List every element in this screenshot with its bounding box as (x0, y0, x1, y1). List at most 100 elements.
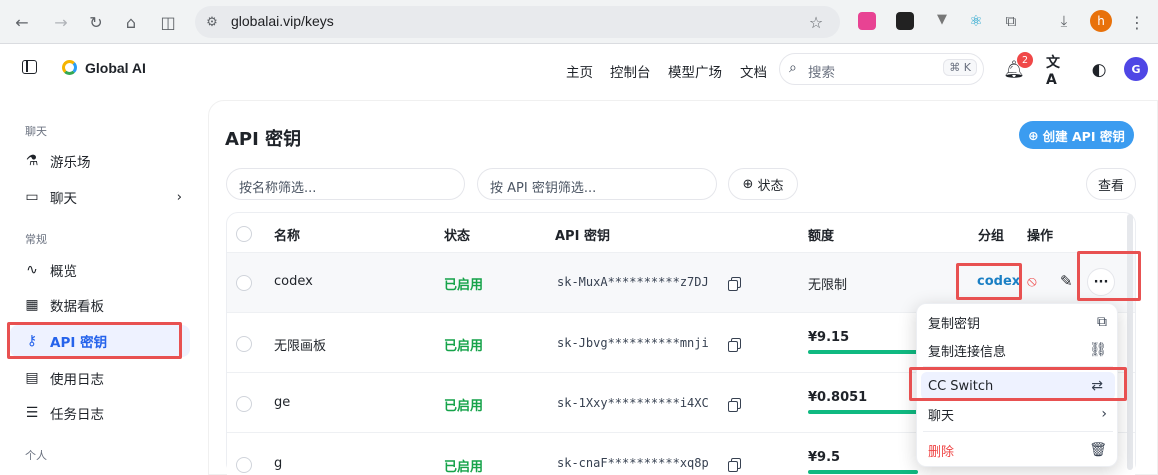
key-filter-input[interactable]: 按 API 密钥筛选... (477, 168, 717, 200)
sidebar-item-api-keys[interactable]: ⚷ API 密钥 (10, 325, 190, 357)
copy-icon: ⧉ (1097, 314, 1107, 330)
sidebar-toggle-icon[interactable] (22, 60, 37, 74)
nav-console[interactable]: 控制台 (610, 61, 651, 81)
group-link[interactable]: codex (977, 274, 1020, 289)
plus-circle-icon: ⊕ (1028, 127, 1039, 143)
status-filter-button[interactable]: ⊕ 状态 (728, 168, 798, 200)
quota-progress-bar (808, 470, 918, 474)
copy-icon[interactable] (728, 458, 741, 472)
url-text: globalai.vip/keys (231, 13, 334, 29)
row-actions-menu: 复制密钥 ⧉ 复制连接信息 ⛓ CC Switch ⇄ 聊天 › 删除 🗑︎ (916, 303, 1118, 467)
column-header-key[interactable]: API 密钥 (555, 225, 610, 244)
back-icon[interactable]: ← (11, 11, 33, 33)
bookmark-star-icon[interactable]: ☆ (805, 11, 827, 33)
menu-item-label: 复制连接信息 (928, 344, 1007, 360)
search-input[interactable]: ⌕ 搜索 ⌘ K (779, 53, 984, 85)
menu-item-copy-connection[interactable]: 复制连接信息 ⛓ (917, 336, 1119, 364)
copy-icon[interactable] (728, 338, 741, 352)
download-icon[interactable]: ⤓ (1055, 12, 1073, 30)
activity-icon: ∿ (26, 262, 38, 278)
sidebar-item-label: 游乐场 (50, 155, 91, 171)
avatar[interactable]: G (1124, 57, 1148, 81)
key-icon: ⚷ (26, 333, 38, 349)
row-checkbox[interactable] (236, 336, 252, 352)
vue-devtools-icon[interactable]: ▼ (933, 12, 951, 30)
quota-progress-bar (808, 350, 918, 354)
name-filter-input[interactable]: 按名称筛选... (226, 168, 465, 200)
sidebar-item-label: API 密钥 (50, 335, 108, 351)
nav-docs[interactable]: 文档 (740, 61, 767, 81)
disable-icon[interactable]: ⦸ (1027, 272, 1037, 290)
trash-icon: 🗑︎ (1089, 442, 1107, 458)
site-info-icon[interactable]: ⚙ (201, 11, 223, 33)
menu-item-label: 聊天 (928, 408, 955, 424)
select-all-checkbox[interactable] (236, 226, 252, 242)
sidebar-item-overview[interactable]: ∿ 概览 (10, 254, 190, 286)
column-header-status[interactable]: 状态 (444, 225, 470, 244)
sidebar-item-task-log[interactable]: ☰ 任务日志 (10, 397, 190, 429)
status-badge: 已启用 (444, 278, 484, 293)
nav-model-square[interactable]: 模型广场 (668, 61, 722, 81)
brand-name[interactable]: Global AI (85, 60, 146, 76)
address-bar[interactable]: ⚙ globalai.vip/keys ☆ (195, 6, 840, 38)
copy-icon[interactable] (728, 398, 741, 412)
sidepanel-icon[interactable]: ◫ (157, 11, 179, 33)
chevron-right-icon: › (1101, 406, 1107, 422)
column-header-group[interactable]: 分组 (978, 225, 1004, 244)
sidebar-section-personal: 个人 (25, 449, 47, 462)
language-icon[interactable]: 文A (1046, 55, 1068, 88)
copy-icon[interactable] (728, 277, 741, 291)
status-badge: 已启用 (444, 460, 484, 475)
sidebar-item-playground[interactable]: ⚗ 游乐场 (10, 145, 190, 177)
app-header: Global AI 主页 控制台 模型广场 文档 ⌕ 搜索 ⌘ K 🔔︎ 文A … (0, 45, 1158, 95)
reload-icon[interactable]: ↻ (85, 11, 107, 33)
sidebar-item-dashboard[interactable]: ▦ 数据看板 (10, 289, 190, 321)
link-icon: ⛓ (1089, 342, 1107, 358)
chat-icon: ▭ (25, 189, 39, 205)
sidebar-item-chat[interactable]: ▭ 聊天 › (10, 181, 190, 213)
create-api-key-label: 创建 API 密钥 (1042, 128, 1125, 144)
profile-avatar[interactable]: h (1090, 10, 1112, 32)
react-devtools-icon[interactable]: ⚛ (967, 12, 985, 30)
edit-icon[interactable]: ✎ (1060, 272, 1073, 290)
row-checkbox[interactable] (236, 275, 252, 291)
nav-home[interactable]: 主页 (566, 61, 593, 81)
translate-extension-icon[interactable] (858, 12, 876, 30)
column-header-quota[interactable]: 额度 (808, 225, 834, 244)
more-actions-button[interactable]: ··· (1087, 268, 1115, 296)
dashboard-icon: ▦ (25, 297, 39, 313)
menu-item-chat[interactable]: 聊天 › (917, 400, 1119, 428)
search-icon: ⌕ (789, 60, 797, 76)
view-button[interactable]: 查看 (1086, 168, 1136, 200)
menu-item-label: CC Switch (928, 378, 994, 394)
search-shortcut: ⌘ K (943, 59, 977, 76)
create-api-key-button[interactable]: ⊕ 创建 API 密钥 (1019, 121, 1134, 149)
menu-item-copy-key[interactable]: 复制密钥 ⧉ (917, 308, 1119, 336)
home-icon[interactable]: ⌂ (120, 11, 142, 33)
table-scrollbar[interactable] (1127, 214, 1133, 470)
row-checkbox[interactable] (236, 396, 252, 412)
status-badge: 已启用 (444, 399, 484, 414)
column-header-name[interactable]: 名称 (274, 225, 300, 244)
menu-divider (923, 431, 1113, 432)
forward-icon[interactable]: → (50, 11, 72, 33)
column-header-actions: 操作 (1027, 229, 1054, 244)
menu-item-label: 删除 (928, 444, 955, 460)
row-checkbox[interactable] (236, 457, 252, 473)
key-filter-placeholder: 按 API 密钥筛选... (490, 181, 597, 196)
search-placeholder: 搜索 (808, 65, 835, 81)
row-name: 无限画板 (274, 339, 327, 354)
sidebar-item-usage-log[interactable]: ▤ 使用日志 (10, 362, 190, 394)
menu-item-cc-switch[interactable]: CC Switch ⇄ (921, 372, 1115, 400)
extension-icon[interactable] (896, 12, 914, 30)
browser-toolbar: ← → ↻ ⌂ ◫ ⚙ globalai.vip/keys ☆ ▼ ⚛ ⧉ ⤓ … (0, 0, 1158, 44)
quota-progress-bar (808, 410, 918, 414)
browser-menu-icon[interactable]: ⋮ (1126, 11, 1148, 33)
task-list-icon: ☰ (25, 405, 39, 421)
switch-arrows-icon: ⇄ (1091, 378, 1103, 394)
log-icon: ▤ (25, 370, 39, 386)
palette-icon[interactable]: ◐ (1088, 59, 1110, 81)
menu-item-delete[interactable]: 删除 🗑︎ (917, 436, 1119, 464)
extensions-puzzle-icon[interactable]: ⧉ (1002, 12, 1020, 30)
row-quota: ¥9.5 (808, 450, 841, 465)
